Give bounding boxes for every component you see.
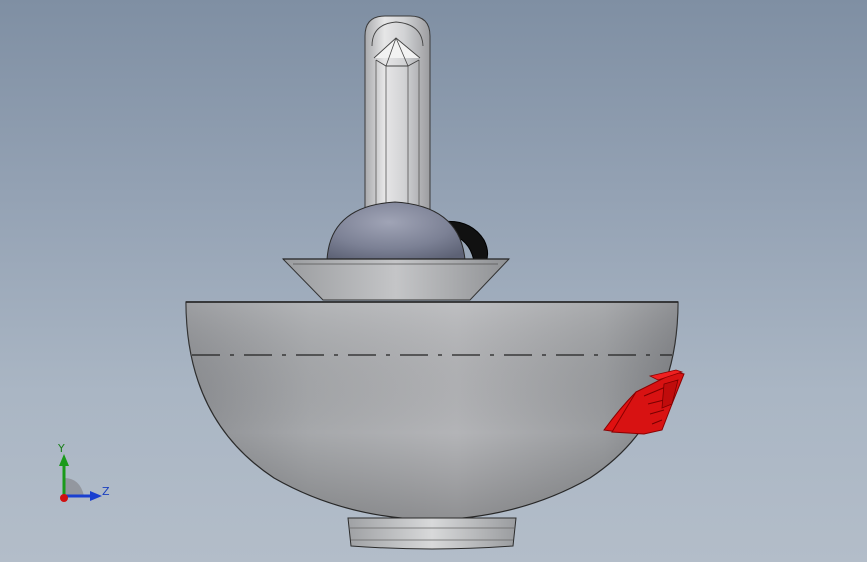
3d-viewport[interactable]: Y Z — [0, 0, 867, 562]
coordinate-triad: Y Z — [40, 438, 130, 518]
model-scene[interactable] — [0, 0, 867, 562]
x-axis-dot — [60, 494, 68, 502]
sphere-dome[interactable] — [326, 201, 466, 261]
bowl-foot[interactable] — [347, 517, 517, 550]
y-axis-label: Y — [58, 442, 65, 455]
bowl-body[interactable] — [185, 301, 679, 521]
z-axis-label: Z — [102, 485, 110, 498]
handle-shaft[interactable] — [364, 15, 431, 211]
tray-dish[interactable] — [281, 258, 511, 301]
